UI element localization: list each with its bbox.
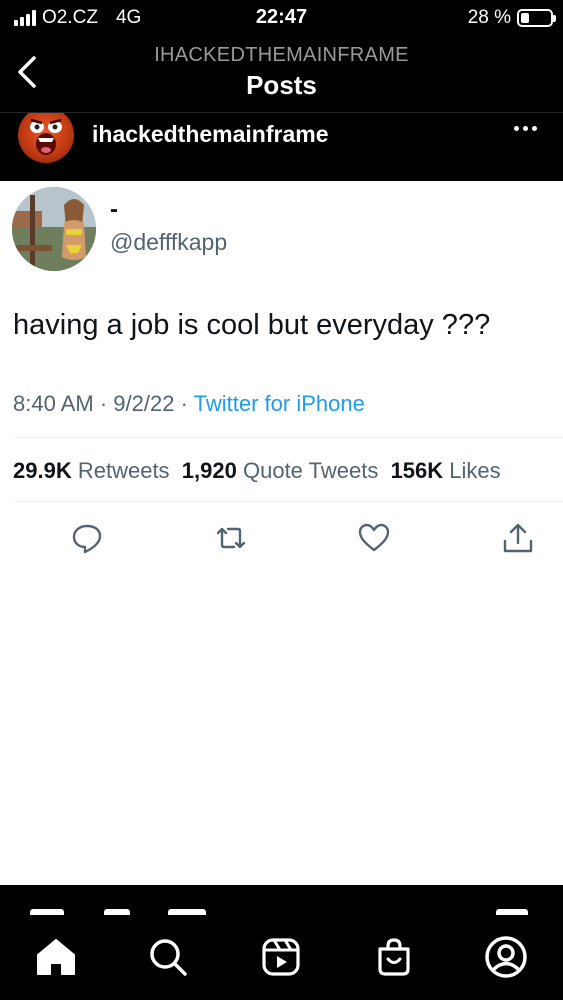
tweet-meta: 8:40 AM · 9/2/22 · Twitter for iPhone — [13, 391, 365, 417]
status-right: 28 % — [467, 7, 556, 29]
battery-icon — [517, 9, 556, 27]
account-supertitle: IHACKEDTHEMAINFRAME — [154, 44, 409, 66]
tweet-date: 9/2/22 — [113, 391, 175, 416]
tweet-handle: @defffkapp — [110, 229, 228, 255]
tweet-image: - @defffkapp having a job is cool but ev… — [0, 181, 563, 885]
page-title: Posts — [246, 70, 317, 100]
share-icon — [501, 521, 535, 555]
screaming-face-icon — [30, 118, 62, 155]
more-dot-icon — [514, 126, 519, 131]
battery-percent: 28 % — [467, 7, 511, 28]
retweet-icon — [214, 521, 248, 555]
likes-count: 156K — [390, 458, 444, 483]
more-options-button[interactable] — [514, 126, 537, 131]
bottom-navigation — [0, 885, 563, 1000]
tweet-stats: 29.9K Retweets 1,920 Quote Tweets 156K L… — [13, 458, 501, 484]
meta-separator: · — [180, 391, 188, 416]
likes-label: Likes — [449, 458, 501, 483]
nav-profile[interactable] — [484, 935, 528, 979]
post-header: ihackedthemainframe — [0, 113, 563, 181]
nav-search[interactable] — [146, 935, 190, 979]
tweet-text: having a job is cool but everyday ??? — [13, 309, 491, 341]
meta-separator: · — [99, 391, 108, 416]
tweet-avatar — [12, 187, 96, 271]
top-navigation: IHACKEDTHEMAINFRAME Posts — [0, 36, 563, 112]
peek-icon-fragment — [496, 909, 528, 915]
more-dot-icon — [532, 126, 537, 131]
retweets-count: 29.9K — [13, 458, 72, 483]
tweet-divider — [12, 437, 563, 438]
tweet-display-name: - — [110, 196, 118, 223]
retweets-label: Retweets — [77, 458, 170, 483]
tweet-time: 8:40 AM — [13, 391, 94, 416]
nav-shop[interactable] — [372, 935, 416, 979]
like-icon — [357, 521, 391, 555]
battery-level-fill — [521, 13, 529, 23]
reply-icon — [70, 521, 104, 555]
profile-icon — [485, 936, 527, 978]
shop-icon — [378, 938, 410, 976]
quotes-label: Quote Tweets — [242, 458, 379, 483]
peek-icon-fragment — [30, 909, 64, 915]
home-icon — [37, 939, 75, 975]
search-icon — [150, 939, 187, 976]
more-dot-icon — [523, 126, 528, 131]
nav-titles: IHACKEDTHEMAINFRAME Posts — [0, 44, 563, 101]
status-bar: O2.CZ 4G 22:47 28 % — [0, 0, 563, 36]
profile-photo-icon — [12, 187, 96, 271]
tweet-actions — [0, 521, 563, 561]
reels-icon — [262, 938, 300, 976]
peek-icon-fragment — [104, 909, 130, 915]
nav-reels[interactable] — [259, 935, 303, 979]
nav-home[interactable] — [34, 935, 78, 979]
avatar[interactable] — [18, 113, 74, 163]
post-username[interactable]: ihackedthemainframe — [92, 121, 328, 148]
quotes-count: 1,920 — [181, 458, 237, 483]
tweet-source: Twitter for iPhone — [193, 391, 365, 416]
peek-icon-fragment — [168, 909, 206, 915]
tweet-divider — [12, 501, 563, 502]
